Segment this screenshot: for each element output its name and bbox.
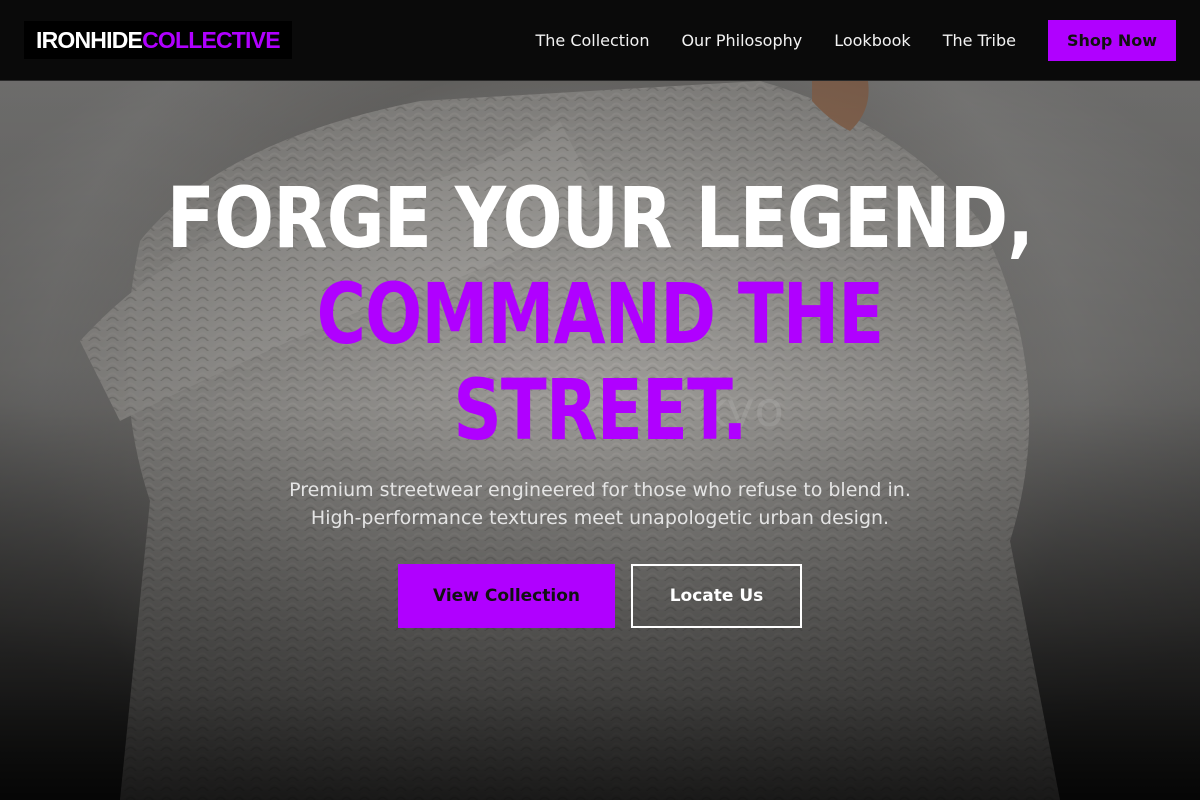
locate-us-button[interactable]: Locate Us [631, 564, 802, 628]
site-header: IRONHIDE COLLECTIVE The Collection Our Ph… [0, 0, 1200, 81]
hero-subtitle-line2: High-performance textures meet unapologe… [310, 507, 890, 529]
nav-link-tribe[interactable]: The Tribe [943, 31, 1016, 50]
nav-link-lookbook[interactable]: Lookbook [834, 31, 910, 50]
hero-headline-line3: STREET. [453, 361, 747, 459]
brand-logo[interactable]: IRONHIDE COLLECTIVE [24, 21, 292, 59]
brand-name-part1: IRONHIDE [36, 26, 143, 53]
shop-now-button[interactable]: Shop Now [1048, 19, 1176, 61]
hero-section: kyo FORGE YOUR LEGEND, COMMAND THE STREE… [0, 81, 1200, 800]
hero-headline-line2: COMMAND THE [316, 265, 885, 363]
hero-subtitle-line1: Premium streetwear engineered for those … [289, 479, 911, 501]
brand-name-part2: COLLECTIVE [142, 26, 280, 53]
nav-link-collection[interactable]: The Collection [535, 31, 649, 50]
main-nav: The Collection Our Philosophy Lookbook T… [503, 19, 1176, 61]
view-collection-button[interactable]: View Collection [398, 564, 615, 628]
hero-headline-line1: FORGE YOUR LEGEND, [166, 169, 1034, 267]
nav-link-philosophy[interactable]: Our Philosophy [681, 31, 802, 50]
